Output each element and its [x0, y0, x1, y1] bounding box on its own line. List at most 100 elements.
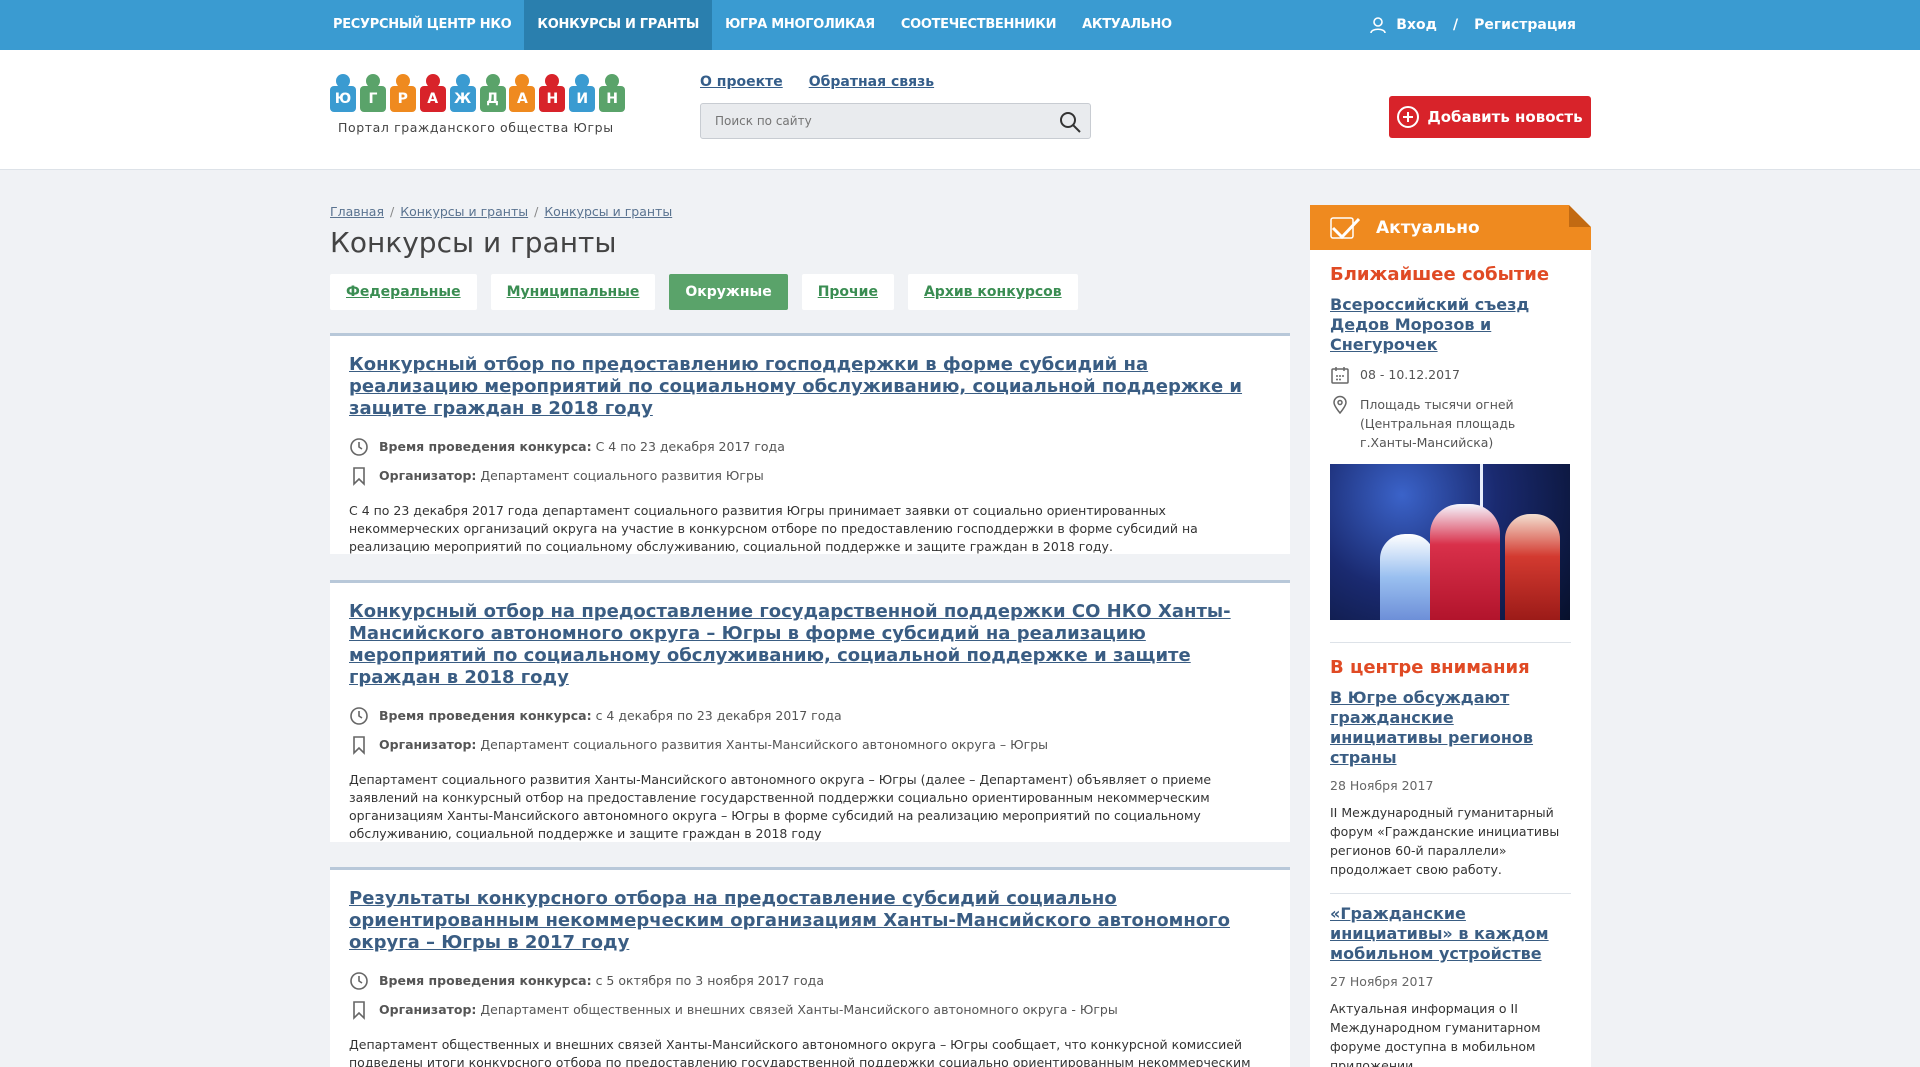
sidebar-divider — [1330, 642, 1571, 643]
tab-archive[interactable]: Архив конкурсов — [907, 274, 1078, 310]
contest-title-link[interactable]: Конкурсный отбор на предоставление госуд… — [349, 601, 1271, 689]
logo-letter: А — [509, 74, 536, 114]
sidebar-header: Актуально — [1310, 205, 1591, 250]
contest-time: Время проведения конкурса: с 4 декабря п… — [349, 701, 1271, 730]
contest-time-value: с 4 декабря по 23 декабря 2017 года — [595, 708, 842, 723]
contest-org-label: Организатор: — [379, 468, 477, 483]
nav-item-ugra[interactable]: Югра многоликая — [712, 0, 888, 50]
add-news-label: Добавить новость — [1427, 108, 1583, 126]
contest-description: Департамент социального развития Ханты-М… — [349, 772, 1212, 841]
nav-item-resource-center[interactable]: Ресурсный центр НКО — [320, 0, 524, 50]
nav-items: Ресурсный центр НКО Конкурсы и гранты Юг… — [320, 0, 1185, 50]
search-input[interactable] — [701, 104, 1041, 138]
logo-letter: А — [419, 74, 446, 114]
clock-icon — [350, 706, 368, 725]
logo-letter: Ю — [330, 74, 356, 114]
contest-card: Конкурсный отбор по предоставлению госпо… — [330, 333, 1290, 554]
logo-letter: Н — [599, 74, 626, 114]
top-navigation: Ресурсный центр НКО Конкурсы и гранты Юг… — [0, 0, 1920, 50]
event-date: 08 - 10.12.2017 — [1330, 365, 1571, 385]
auth-links: Вход / Регистрация — [1368, 0, 1576, 50]
nearest-event-heading: Ближайшее событие — [1330, 264, 1550, 285]
user-icon — [1370, 17, 1387, 34]
contest-time-label: Время проведения конкурса: — [379, 973, 592, 988]
event-title-link[interactable]: Всероссийский съезд Дедов Морозов и Снег… — [1330, 295, 1571, 355]
contest-organizer: Организатор: Департамент общественных и … — [349, 995, 1271, 1024]
category-tabs: Федеральные Муниципальные Окружные Прочи… — [330, 274, 1078, 310]
sidebar-divider — [1330, 893, 1571, 894]
add-news-button[interactable]: Добавить новость — [1389, 96, 1591, 138]
page-title: Конкурсы и гранты — [330, 226, 617, 259]
login-link[interactable]: Вход — [1396, 0, 1437, 50]
clock-icon — [350, 971, 368, 990]
news-title-link[interactable]: «Гражданские инициативы» в каждом мобиль… — [1330, 904, 1571, 964]
focus-heading: В центре внимания — [1330, 657, 1530, 678]
about-link[interactable]: О проекте — [700, 74, 783, 90]
contest-time-value: С 4 по 23 декабря 2017 года — [595, 439, 785, 454]
tab-other[interactable]: Прочие — [801, 274, 894, 310]
site-header: ЮГРАЖДАНИН Портал гражданского общества … — [0, 50, 1920, 170]
breadcrumb-contests-current[interactable]: Конкурсы и гранты — [544, 204, 672, 219]
contest-org-label: Организатор: — [379, 737, 477, 752]
event-photo[interactable] — [1330, 464, 1570, 620]
nav-item-contests[interactable]: Конкурсы и гранты — [524, 0, 713, 50]
logo-letter: Д — [479, 74, 506, 114]
contest-org-value: Департамент общественных и внешних связе… — [480, 1002, 1118, 1017]
breadcrumb: Главная / Конкурсы и гранты / Конкурсы и гра… — [330, 204, 673, 219]
news-text: II Международный гуманитарный форум «Гра… — [1330, 805, 1560, 877]
site-logo[interactable]: ЮГРАЖДАНИН Портал гражданского общества … — [330, 74, 626, 144]
logo-letter: Ж — [449, 74, 476, 114]
tab-district[interactable]: Окружные — [669, 274, 788, 310]
header-links: О проекте Обратная связь — [700, 74, 934, 90]
contest-organizer: Организатор: Департамент социального раз… — [349, 730, 1271, 759]
nav-item-actual[interactable]: Актуально — [1069, 0, 1185, 50]
folded-corner-decoration — [1569, 205, 1591, 227]
contest-time: Время проведения конкурса: с 5 октября п… — [349, 966, 1271, 995]
contest-title-link[interactable]: Результаты конкурсного отбора на предост… — [349, 888, 1271, 954]
contest-org-label: Организатор: — [379, 1002, 477, 1017]
news-title-link[interactable]: В Югре обсуждают гражданские инициативы … — [1330, 688, 1571, 768]
contest-org-value: Департамент социального развития Югры — [480, 468, 764, 483]
logo-letter: Р — [389, 74, 416, 114]
bookmark-icon — [353, 466, 365, 486]
nav-item-compatriots[interactable]: Соотечественники — [888, 0, 1069, 50]
feedback-link[interactable]: Обратная связь — [809, 74, 934, 90]
news-text: Актуальная информация о II Международном… — [1330, 1001, 1541, 1067]
contest-description: Департамент общественных и внешних связе… — [349, 1037, 1251, 1067]
event-place: Площадь тысячи огней (Центральная площад… — [1330, 395, 1571, 452]
actual-sidebar: Актуально Ближайшее событие Всероссийски… — [1310, 205, 1591, 1067]
logo-letter: Н — [539, 74, 566, 114]
search-box — [700, 103, 1091, 139]
contest-description: С 4 по 23 декабря 2017 года департамент … — [349, 503, 1198, 554]
search-icon[interactable] — [1058, 110, 1082, 134]
contest-time-label: Время проведения конкурса: — [379, 708, 592, 723]
plus-circle-icon — [1397, 106, 1420, 128]
clock-icon — [350, 437, 368, 456]
auth-separator: / — [1452, 17, 1459, 33]
event-date-value: 08 - 10.12.2017 — [1360, 367, 1460, 382]
contest-organizer: Организатор: Департамент социального раз… — [349, 461, 1271, 490]
contest-time-value: с 5 октября по 3 ноября 2017 года — [595, 973, 824, 988]
logo-letters: ЮГРАЖДАНИН — [330, 74, 626, 114]
breadcrumb-contests[interactable]: Конкурсы и гранты — [400, 204, 528, 219]
breadcrumb-home[interactable]: Главная — [330, 204, 384, 219]
event-place-value: Площадь тысячи огней (Центральная площад… — [1360, 397, 1516, 450]
contest-time: Время проведения конкурса: С 4 по 23 дек… — [349, 432, 1271, 461]
news-date: 28 Ноября 2017 — [1330, 778, 1434, 793]
tab-federal[interactable]: Федеральные — [330, 274, 477, 310]
tab-municipal[interactable]: Муниципальные — [490, 274, 656, 310]
contest-card: Конкурсный отбор на предоставление госуд… — [330, 580, 1290, 842]
sidebar-title: Актуально — [1376, 217, 1480, 238]
register-link[interactable]: Регистрация — [1474, 0, 1576, 50]
contest-card: Результаты конкурсного отбора на предост… — [330, 867, 1290, 1067]
checkmark-icon — [1330, 216, 1361, 239]
contest-time-label: Время проведения конкурса: — [379, 439, 592, 454]
bookmark-icon — [353, 735, 365, 755]
contest-org-value: Департамент социального развития Ханты-М… — [480, 737, 1049, 752]
logo-letter: Г — [359, 74, 386, 114]
bookmark-icon — [353, 1000, 365, 1020]
logo-letter: И — [569, 74, 596, 114]
location-pin-icon — [1333, 395, 1347, 415]
contest-title-link[interactable]: Конкурсный отбор по предоставлению госпо… — [349, 354, 1271, 420]
calendar-icon — [1331, 367, 1349, 384]
